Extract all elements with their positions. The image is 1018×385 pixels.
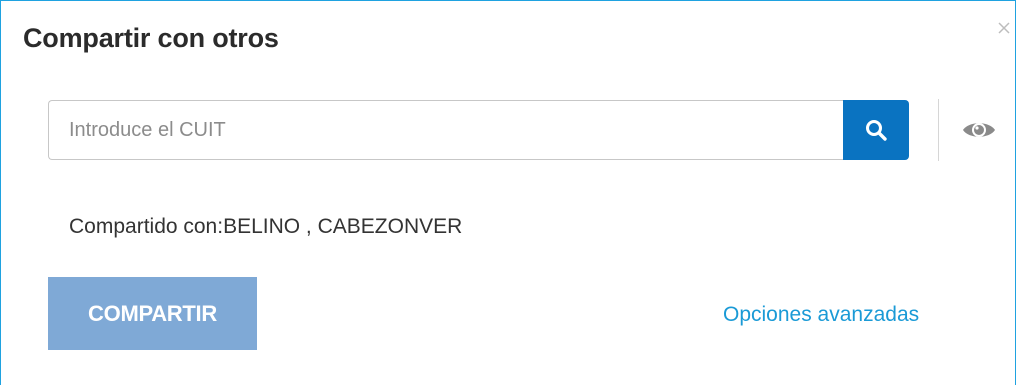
divider — [938, 99, 939, 161]
search-button[interactable] — [843, 100, 909, 160]
dialog-title: Compartir con otros — [23, 23, 279, 53]
search-icon — [866, 120, 887, 141]
close-icon[interactable] — [995, 19, 1013, 37]
eye-icon — [963, 123, 995, 137]
close-icon-glyph — [998, 22, 1010, 34]
share-dialog: Compartir con otros Compartido con:BELIN… — [0, 0, 1016, 385]
cuit-search-group — [48, 100, 909, 160]
share-button[interactable]: COMPARTIR — [48, 277, 257, 350]
cuit-search-input[interactable] — [48, 100, 843, 160]
advanced-options-link[interactable]: Opciones avanzadas — [723, 303, 919, 327]
visibility-toggle[interactable] — [959, 113, 999, 147]
shared-with-text: Compartido con:BELINO , CABEZONVER — [69, 215, 463, 238]
